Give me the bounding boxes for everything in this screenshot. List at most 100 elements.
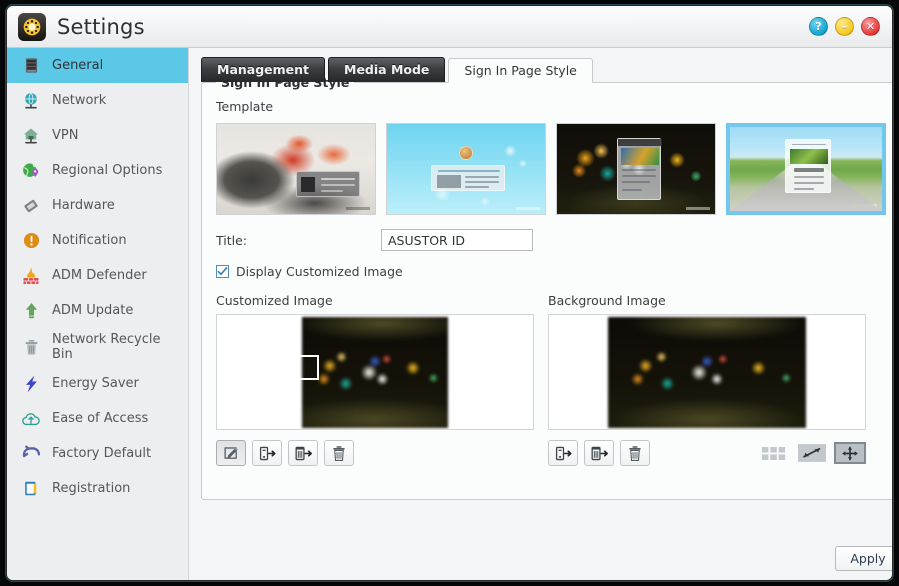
- close-button[interactable]: ✕: [861, 17, 880, 36]
- tab-media-mode[interactable]: Media Mode: [328, 57, 446, 82]
- sidebar-item-ease-of-access[interactable]: Ease of Access: [7, 401, 188, 436]
- upload-from-nas-button[interactable]: [584, 440, 614, 466]
- template-card-thumb: [437, 175, 462, 189]
- apply-button[interactable]: Apply: [835, 546, 892, 571]
- sign-in-page-style-group: Sign In Page Style Template Title: ASUST…: [201, 75, 892, 500]
- file-arrow-icon: [259, 446, 276, 460]
- upload-file-button[interactable]: [252, 440, 282, 466]
- template-card-line: [793, 181, 824, 184]
- sidebar-item-adm-update[interactable]: ADM Update: [7, 293, 188, 328]
- template-card-line: [465, 181, 500, 184]
- delete-image-button[interactable]: [324, 440, 354, 466]
- sidebar-item-general[interactable]: General: [7, 48, 188, 83]
- template-card-line: [622, 169, 657, 172]
- sidebar-item-vpn[interactable]: VPN: [7, 118, 188, 153]
- sidebar-item-factory-default[interactable]: Factory Default: [7, 436, 188, 471]
- globe-network-icon: [19, 89, 43, 113]
- help-button[interactable]: ?: [809, 17, 828, 36]
- window-titlebar[interactable]: Settings ? – ✕: [7, 6, 892, 48]
- sidebar-item-label: Notification: [52, 233, 127, 248]
- sidebar-item-label: General: [52, 58, 104, 73]
- template-watermark: [346, 207, 370, 210]
- lightning-icon: [19, 372, 43, 396]
- sidebar-item-regional-options[interactable]: Regional Options: [7, 153, 188, 188]
- template-watermark: [853, 204, 877, 207]
- sidebar-item-label: Network Recycle Bin: [52, 332, 161, 362]
- sidebar-item-network-recycle-bin[interactable]: Network Recycle Bin: [7, 328, 188, 366]
- template-card-line: [791, 143, 826, 146]
- template-login-card: [296, 170, 360, 197]
- sidebar-item-label: Hardware: [52, 198, 115, 213]
- upload-file-button[interactable]: [548, 440, 578, 466]
- sidebar-item-energy-saver[interactable]: Energy Saver: [7, 366, 188, 401]
- template-sky[interactable]: [386, 123, 546, 215]
- sidebar-item-hardware[interactable]: Hardware: [7, 188, 188, 223]
- template-card-avatar: [301, 176, 315, 192]
- background-image-toolbar: [548, 440, 866, 466]
- customized-image-box[interactable]: [216, 314, 534, 430]
- note-pencil-icon: [19, 477, 43, 501]
- tab-sign-in-page-style[interactable]: Sign In Page Style: [448, 58, 593, 83]
- server-rack-icon: [19, 54, 43, 78]
- pencil-square-icon: [224, 446, 238, 459]
- template-card-line: [793, 187, 814, 190]
- template-card-line: [793, 167, 824, 172]
- template-card-header: [618, 139, 663, 147]
- sidebar-item-adm-defender[interactable]: ADM Defender: [7, 258, 188, 293]
- template-bokeh-preview: [557, 124, 715, 214]
- template-card-line: [465, 186, 490, 189]
- settings-window: Settings ? – ✕ General Network VPN Regio…: [6, 5, 893, 581]
- template-bokeh[interactable]: [556, 123, 716, 215]
- desktop-background: Settings ? – ✕ General Network VPN Regio…: [0, 0, 899, 586]
- four-way-arrow-icon: [842, 446, 858, 460]
- background-image-box[interactable]: [548, 314, 866, 430]
- stretch-mode-button[interactable]: [796, 442, 828, 464]
- display-customized-image-checkbox[interactable]: Display Customized Image: [216, 264, 886, 279]
- fit-mode-button[interactable]: [834, 442, 866, 464]
- template-road[interactable]: [726, 123, 886, 215]
- crop-edit-button[interactable]: [216, 440, 246, 466]
- chip-icon: [19, 194, 43, 218]
- template-desk-preview: [217, 124, 375, 214]
- firewall-icon: [19, 264, 43, 288]
- sidebar-item-label: ADM Update: [52, 303, 134, 318]
- sidebar-item-notification[interactable]: Notification: [7, 223, 188, 258]
- diagonal-arrow-icon: [798, 444, 826, 462]
- gear-icon: [18, 12, 46, 41]
- tab-bar: Management Media Mode Sign In Page Style: [201, 57, 892, 83]
- delete-image-button[interactable]: [620, 440, 650, 466]
- template-card-avatar: [459, 145, 473, 160]
- sidebar-item-label: Factory Default: [52, 446, 152, 461]
- template-card-line: [622, 189, 643, 192]
- up-arrow-icon: [19, 299, 43, 323]
- template-card-line: [321, 189, 343, 192]
- template-gallery: [216, 123, 886, 215]
- trash-icon: [333, 445, 345, 461]
- tile-grid-icon: [761, 446, 786, 460]
- trash-icon: [629, 445, 641, 461]
- globe-pin-icon: [19, 159, 43, 183]
- upload-from-nas-button[interactable]: [288, 440, 318, 466]
- folder-arrow-icon: [591, 446, 608, 460]
- minimize-button[interactable]: –: [835, 17, 854, 36]
- tab-management[interactable]: Management: [201, 57, 326, 82]
- sidebar-item-label: Energy Saver: [52, 376, 139, 391]
- customized-image-title: Customized Image: [216, 293, 333, 308]
- template-watermark: [516, 207, 540, 210]
- sidebar-item-network[interactable]: Network: [7, 83, 188, 118]
- check-icon: [217, 267, 228, 276]
- template-card-line: [321, 183, 355, 186]
- template-card-line: [321, 177, 355, 180]
- settings-sidebar: General Network VPN Regional Options Har…: [7, 48, 189, 580]
- footer-actions: Apply: [835, 546, 892, 571]
- template-card-thumb: [621, 148, 660, 166]
- page-title: Settings: [57, 14, 145, 39]
- title-input[interactable]: [381, 229, 533, 251]
- sidebar-item-registration[interactable]: Registration: [7, 471, 188, 506]
- background-image-panel: Background Image: [548, 293, 866, 466]
- template-card-line: [622, 175, 657, 178]
- tile-mode-button[interactable]: [758, 442, 790, 464]
- crop-selection-rect[interactable]: [251, 355, 319, 380]
- template-desk[interactable]: [216, 123, 376, 215]
- trash-icon: [19, 335, 43, 359]
